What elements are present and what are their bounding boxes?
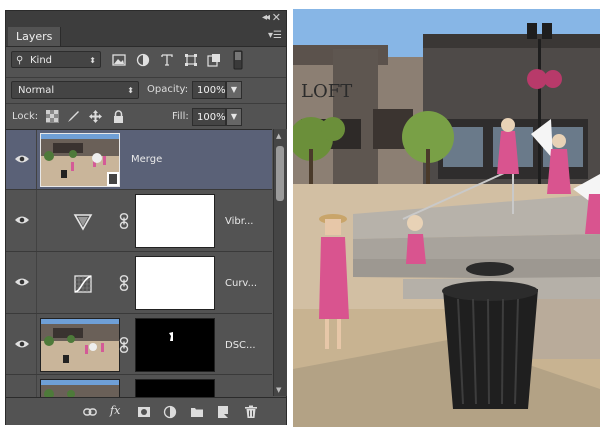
layer-row-merge[interactable]: Merge (6, 130, 272, 190)
blend-mode-dropdown[interactable]: Normal ⬍ (11, 81, 139, 99)
layer-thumbnail (40, 379, 120, 397)
add-mask-icon[interactable] (137, 405, 151, 419)
layer-list-scrollbar[interactable]: ▲ ▼ (273, 129, 287, 396)
trash-can (442, 262, 538, 409)
blend-mode-value: Normal (18, 85, 55, 96)
scroll-down-arrow-icon[interactable]: ▼ (276, 386, 281, 394)
tab-layers[interactable]: Layers (8, 27, 62, 46)
layer-mask-thumbnail (135, 256, 215, 310)
row-divider (36, 375, 37, 397)
scrollbar-thumb[interactable] (276, 146, 284, 201)
layer-name[interactable]: Merge (131, 154, 162, 165)
layer-thumbnail (40, 133, 120, 187)
row-divider (36, 314, 37, 374)
visibility-eye-icon[interactable] (15, 154, 29, 164)
layer-mask-thumbnail (135, 318, 215, 372)
smart-object-filter-icon[interactable] (207, 53, 221, 67)
panel-title-strip: ◂◂ ✕ (6, 11, 286, 28)
lock-image-pixels-icon[interactable] (67, 110, 80, 123)
chevron-down-icon: ▼ (230, 112, 238, 121)
filter-toggle-switch-icon[interactable] (233, 50, 243, 70)
panel-tab-bar: Layers ▾☰ (6, 27, 286, 47)
loft-sign: LOFT (301, 81, 352, 102)
chain-link-icon[interactable] (119, 275, 129, 291)
updown-arrows-icon: ⬍ (127, 86, 134, 95)
shape-filter-icon[interactable] (184, 53, 198, 67)
layer-row-vibrance[interactable]: Vibr... (6, 190, 272, 252)
link-layers-icon[interactable] (83, 405, 97, 419)
lock-transparent-pixels-icon[interactable] (46, 110, 59, 123)
visibility-eye-icon[interactable] (15, 339, 29, 349)
layer-name[interactable]: Vibr... (225, 216, 253, 227)
lock-label: Lock: (12, 111, 39, 122)
scroll-up-arrow-icon[interactable]: ▲ (276, 132, 281, 140)
opacity-label: Opacity: (147, 84, 189, 95)
collapse-panel-icon[interactable]: ◂◂ (262, 12, 270, 23)
search-icon: ⚲ (16, 55, 24, 66)
curves-icon (74, 275, 92, 293)
layer-name[interactable]: DSC... (225, 340, 256, 351)
layer-row-partial[interactable] (6, 375, 272, 397)
street-scene-image: LOFT (293, 9, 600, 427)
fill-label: Fill: (172, 111, 189, 122)
new-adjustment-layer-icon[interactable] (163, 405, 177, 419)
fill-dropdown-button[interactable]: ▼ (226, 108, 242, 126)
chain-link-icon[interactable] (119, 213, 129, 229)
layer-thumbnail (40, 318, 120, 372)
layer-style-fx-icon[interactable]: fx (110, 404, 120, 417)
type-filter-icon[interactable] (160, 53, 174, 67)
layers-panel: ◂◂ ✕ Layers ▾☰ ⚲ Kind ⬍ Normal ⬍ Opacity… (5, 10, 287, 425)
vibrance-icon (73, 214, 93, 231)
opacity-dropdown-button[interactable]: ▼ (226, 81, 242, 99)
layer-mask-thumbnail (135, 379, 215, 397)
opacity-input[interactable]: 100% (192, 81, 226, 99)
new-layer-icon[interactable] (216, 405, 230, 419)
layers-bottom-toolbar: fx (6, 397, 286, 425)
chain-link-icon[interactable] (119, 337, 129, 353)
adjustment-filter-icon[interactable] (136, 53, 150, 67)
row-divider (36, 130, 37, 189)
lock-all-icon[interactable] (112, 110, 125, 123)
layer-row-dsc[interactable]: DSC... (6, 314, 272, 375)
filter-kind-label: Kind (30, 55, 53, 66)
close-panel-icon[interactable]: ✕ (272, 11, 281, 24)
delete-trash-icon[interactable] (244, 405, 258, 419)
layer-mask-thumbnail (135, 194, 215, 248)
blend-opacity-row: Normal ⬍ Opacity: 100% ▼ (6, 77, 286, 102)
new-group-folder-icon[interactable] (190, 405, 204, 419)
row-divider (36, 252, 37, 313)
layer-name[interactable]: Curv... (225, 278, 257, 289)
visibility-eye-icon[interactable] (15, 277, 29, 287)
chevron-down-icon: ▼ (230, 85, 238, 94)
fill-input[interactable]: 100% (192, 108, 226, 126)
filter-kind-dropdown[interactable]: ⚲ Kind ⬍ (11, 51, 101, 68)
panel-menu-icon[interactable]: ▾☰ (268, 30, 282, 41)
updown-arrows-icon: ⬍ (89, 56, 96, 65)
lock-fill-row: Lock: Fill: 100% ▼ (6, 103, 286, 129)
document-photo-preview: LOFT (293, 9, 600, 427)
layer-row-curves[interactable]: Curv... (6, 252, 272, 314)
layer-filter-row: ⚲ Kind ⬍ (6, 47, 286, 74)
image-filter-icon[interactable] (112, 53, 126, 67)
row-divider (36, 190, 37, 251)
lock-position-icon[interactable] (89, 110, 102, 123)
layer-list: Merge Vibr... Curv... DSC... (6, 129, 272, 397)
visibility-eye-icon[interactable] (15, 215, 29, 225)
